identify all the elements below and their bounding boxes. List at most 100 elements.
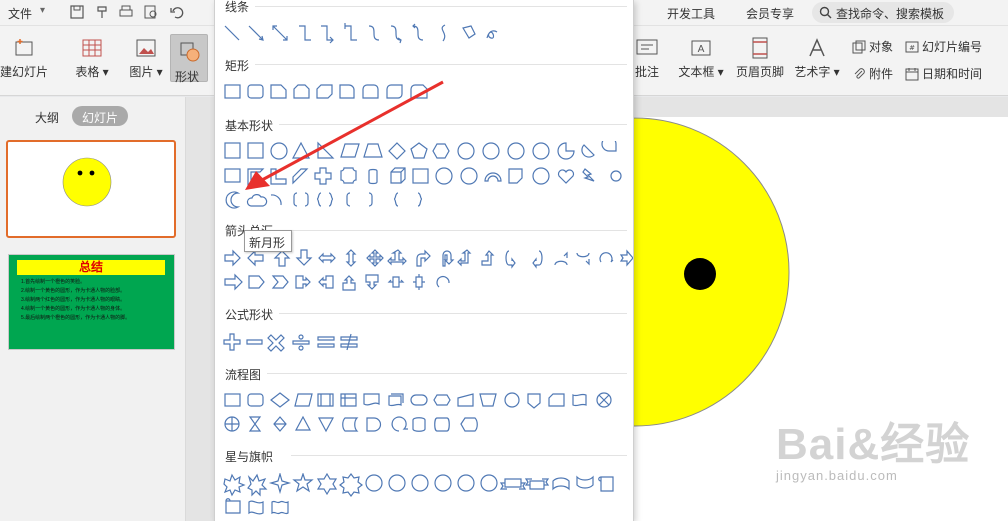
left-arrow-callout-shape[interactable] — [318, 275, 334, 289]
left-arrow-shape[interactable] — [247, 249, 264, 267]
slide-number-button[interactable]: # 幻灯片编号 — [905, 38, 982, 55]
star-16-point-shape[interactable] — [434, 474, 452, 492]
curve-shape[interactable] — [441, 24, 446, 42]
quad-arrow-shape[interactable] — [366, 249, 384, 267]
object-button[interactable]: 对象 — [852, 38, 893, 55]
arc-shape[interactable] — [270, 194, 282, 206]
curved-double-arrow-connector-shape[interactable] — [412, 23, 424, 41]
down-arrow-shape[interactable] — [295, 249, 313, 266]
flowchart-data-shape[interactable] — [294, 393, 313, 407]
curved-connector-shape[interactable] — [368, 25, 380, 41]
circular-arrow-shape[interactable] — [599, 252, 614, 263]
tab-developer-tools[interactable]: 开发工具 — [667, 5, 715, 22]
hexagon-shape[interactable] — [432, 143, 450, 159]
double-arrow-line-shape[interactable] — [272, 25, 288, 41]
elbow-connector-shape[interactable] — [299, 25, 311, 41]
decagon-shape[interactable] — [507, 142, 525, 160]
tab-slides[interactable]: 幻灯片 — [72, 106, 128, 126]
tab-outline[interactable]: 大纲 — [35, 109, 59, 126]
tab-member-exclusive[interactable]: 会员专享 — [746, 5, 794, 22]
isosceles-triangle-shape[interactable] — [292, 141, 310, 159]
chord-shape[interactable] — [581, 144, 595, 158]
cube-shape[interactable] — [390, 167, 406, 184]
flowchart-merge-shape[interactable] — [317, 417, 335, 433]
flowchart-stored-data-shape[interactable] — [342, 417, 359, 432]
horizontal-scroll-shape[interactable] — [225, 498, 241, 514]
table-button[interactable]: 表格 ▾ — [72, 36, 112, 80]
snip-round-rectangle-shape[interactable] — [410, 84, 428, 99]
date-time-button[interactable]: 日期和时间 — [905, 65, 982, 82]
moon-shape[interactable] — [225, 191, 239, 209]
ribbon-up-shape[interactable] — [499, 478, 527, 490]
double-wave-shape[interactable] — [271, 500, 289, 515]
heart-shape[interactable] — [557, 169, 575, 184]
right-arrow-callout-shape[interactable] — [295, 275, 311, 289]
flowchart-manual-operation-shape[interactable] — [479, 393, 497, 407]
flowchart-internal-storage-shape[interactable] — [340, 393, 357, 407]
no-symbol-shape[interactable] — [460, 167, 478, 185]
lightning-bolt-shape[interactable] — [582, 168, 595, 182]
chevron-shape[interactable] — [271, 275, 289, 289]
pentagon-arrow-shape[interactable] — [248, 275, 265, 289]
plaque-shape[interactable] — [340, 167, 357, 184]
flowchart-extract-shape[interactable] — [294, 415, 312, 431]
can-shape[interactable] — [368, 168, 378, 185]
left-bracket-shape[interactable] — [346, 192, 351, 207]
explosion-2-shape[interactable] — [247, 473, 268, 497]
star-12-point-shape[interactable] — [411, 474, 429, 492]
round-single-corner-rectangle-shape[interactable] — [339, 84, 355, 99]
u-turn-arrow-shape[interactable] — [442, 250, 455, 267]
curved-left-arrow-shape[interactable] — [532, 250, 543, 269]
teardrop-shape[interactable] — [601, 141, 617, 152]
curved-arrow-connector-shape[interactable] — [390, 25, 402, 44]
print-preview-icon[interactable] — [142, 4, 160, 20]
freeform-shape[interactable] — [462, 25, 476, 39]
frame-shape[interactable] — [224, 168, 241, 183]
round-diagonal-rectangle-shape[interactable] — [386, 84, 403, 99]
right-brace-shape[interactable] — [417, 192, 423, 207]
bent-up-arrow-shape[interactable] — [481, 250, 495, 266]
dodecagon-shape[interactable] — [532, 142, 550, 160]
flowchart-sequential-access-storage-shape[interactable] — [391, 416, 408, 432]
flowchart-preparation-shape[interactable] — [433, 394, 451, 406]
minus-sign-shape[interactable] — [246, 339, 263, 345]
flowchart-delay-shape[interactable] — [366, 417, 382, 432]
right-bracket-shape[interactable] — [368, 192, 373, 207]
snip-diagonal-rectangle-shape[interactable] — [316, 84, 333, 99]
arrow-line-shape[interactable] — [248, 25, 264, 41]
file-menu[interactable]: 文件 — [8, 5, 32, 22]
flowchart-punched-tape-shape[interactable] — [572, 393, 587, 407]
picture-button[interactable]: 图片 ▾ — [126, 36, 166, 80]
search-commands-box[interactable]: 查找命令、搜索模板 — [812, 2, 954, 23]
equal-sign-shape[interactable] — [317, 336, 335, 348]
flowchart-alternate-process-shape[interactable] — [247, 393, 264, 407]
file-menu-chevron-icon[interactable]: ▾ — [40, 5, 45, 16]
rectangle-shape[interactable] — [224, 84, 241, 99]
print-icon[interactable] — [117, 4, 135, 20]
flowchart-process-shape[interactable] — [224, 393, 241, 407]
right-triangle-shape[interactable] — [317, 141, 335, 159]
undo-icon[interactable] — [168, 4, 186, 20]
plus-sign-shape[interactable] — [223, 333, 241, 351]
quad-arrow-callout-shape[interactable] — [413, 274, 425, 290]
flowchart-offpage-connector-shape[interactable] — [527, 393, 541, 409]
scribble-shape[interactable] — [486, 30, 498, 39]
down-arrow-callout-shape[interactable] — [365, 274, 379, 290]
curved-ribbon-up-shape[interactable] — [552, 477, 570, 491]
explosion-1-shape[interactable] — [223, 473, 246, 497]
up-arrow-callout-shape[interactable] — [342, 275, 356, 291]
left-brace-shape[interactable] — [393, 192, 399, 207]
flowchart-or-shape[interactable] — [224, 416, 240, 432]
rounded-rectangle-shape[interactable] — [247, 84, 264, 99]
flowchart-connector-shape[interactable] — [504, 392, 520, 408]
flowchart-sort-shape[interactable] — [273, 416, 287, 432]
star-8-point-shape[interactable] — [365, 474, 383, 492]
textbox-button[interactable]: A 文本框 ▾ — [678, 36, 724, 80]
vertical-scroll-shape[interactable] — [598, 476, 614, 492]
multiply-sign-shape[interactable] — [267, 334, 285, 352]
diamond-shape[interactable] — [388, 142, 406, 160]
left-right-arrow-callout-shape[interactable] — [387, 276, 405, 288]
heptagon-shape[interactable] — [457, 142, 475, 160]
format-painter-icon[interactable] — [93, 4, 111, 20]
star-4-point-shape[interactable] — [268, 473, 292, 495]
